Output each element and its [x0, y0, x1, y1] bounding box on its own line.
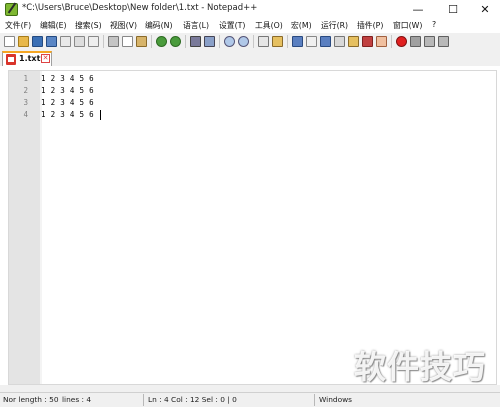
tab-bar: 1.txt ✕: [0, 50, 500, 66]
menu-macro[interactable]: 宏(M): [291, 20, 312, 31]
menu-tools[interactable]: 工具(O): [255, 20, 283, 31]
menu-encoding[interactable]: 编码(N): [145, 20, 173, 31]
text-line[interactable]: 1 2 3 4 5 6: [41, 98, 94, 107]
indent-guide-icon[interactable]: [320, 36, 331, 47]
copy-icon[interactable]: [122, 36, 133, 47]
maximize-button[interactable]: ☐: [438, 0, 468, 19]
toolbar-separator: [219, 35, 220, 48]
show-all-characters-icon[interactable]: [306, 36, 317, 47]
save-icon[interactable]: [32, 36, 43, 47]
menu-language[interactable]: 语言(L): [183, 20, 209, 31]
new-file-icon[interactable]: [4, 36, 15, 47]
editor-area[interactable]: 1 2 3 4 1 2 3 4 5 6 1 2 3 4 5 6 1 2 3 4 …: [8, 70, 497, 385]
toolbar-separator: [253, 35, 254, 48]
toolbar-separator: [391, 35, 392, 48]
replace-icon[interactable]: [204, 36, 215, 47]
print-icon[interactable]: [88, 36, 99, 47]
minimize-button[interactable]: —: [403, 0, 433, 19]
paste-icon[interactable]: [136, 36, 147, 47]
status-eol: Windows: [319, 395, 352, 404]
zoom-out-icon[interactable]: [238, 36, 249, 47]
close-file-icon[interactable]: [60, 36, 71, 47]
watermark-logo: 软件技巧: [354, 348, 487, 386]
toolbar-separator: [185, 35, 186, 48]
zoom-in-icon[interactable]: [224, 36, 235, 47]
find-icon[interactable]: [190, 36, 201, 47]
save-all-icon[interactable]: [46, 36, 57, 47]
stop-macro-icon[interactable]: [410, 36, 421, 47]
line-number: 3: [23, 98, 28, 107]
menu-settings[interactable]: 设置(T): [219, 20, 245, 31]
folder-as-workspace-icon[interactable]: [362, 36, 373, 47]
function-list-icon[interactable]: [348, 36, 359, 47]
line-number: 4: [23, 110, 28, 119]
menu-edit[interactable]: 编辑(E): [40, 20, 67, 31]
toolbar-separator: [151, 35, 152, 48]
close-all-icon[interactable]: [74, 36, 85, 47]
undo-icon[interactable]: [156, 36, 167, 47]
line-number: 1: [23, 74, 28, 83]
menu-file[interactable]: 文件(F): [5, 20, 31, 31]
menu-help[interactable]: ?: [432, 20, 436, 29]
run-macro-multiple-icon[interactable]: [438, 36, 449, 47]
toolbar-separator: [287, 35, 288, 48]
tab-1-txt[interactable]: 1.txt ✕: [2, 51, 52, 66]
text-caret: [100, 110, 101, 120]
word-wrap-icon[interactable]: [292, 36, 303, 47]
open-file-icon[interactable]: [18, 36, 29, 47]
menu-bar: 文件(F) 编辑(E) 搜索(S) 视图(V) 编码(N) 语言(L) 设置(T…: [0, 19, 500, 33]
menu-plugins[interactable]: 插件(P): [357, 20, 383, 31]
line-number: 2: [23, 86, 28, 95]
status-bar: Nor length : 50 lines : 4 Ln : 4 Col : 1…: [0, 392, 500, 407]
record-macro-icon[interactable]: [396, 36, 407, 47]
status-lines: lines : 4: [62, 395, 92, 404]
toolbar-separator: [103, 35, 104, 48]
play-macro-icon[interactable]: [424, 36, 435, 47]
sync-horizontal-icon[interactable]: [272, 36, 283, 47]
notepad-plus-plus-icon: [5, 3, 18, 16]
status-position: Ln : 4 Col : 12 Sel : 0 | 0: [148, 395, 237, 404]
window-title: *C:\Users\Bruce\Desktop\New folder\1.txt…: [22, 3, 258, 13]
status-divider: [314, 394, 315, 406]
tab-close-icon[interactable]: ✕: [41, 54, 50, 63]
monitoring-icon[interactable]: [376, 36, 387, 47]
text-line[interactable]: 1 2 3 4 5 6: [41, 74, 94, 83]
redo-icon[interactable]: [170, 36, 181, 47]
modified-file-icon: [6, 54, 16, 65]
line-number-gutter: 1 2 3 4: [9, 71, 40, 384]
sync-vertical-icon[interactable]: [258, 36, 269, 47]
doc-map-icon[interactable]: [334, 36, 345, 47]
title-bar: *C:\Users\Bruce\Desktop\New folder\1.txt…: [0, 0, 500, 19]
cut-icon[interactable]: [108, 36, 119, 47]
status-length: Nor length : 50: [3, 395, 59, 404]
close-button[interactable]: ✕: [470, 0, 500, 19]
status-divider: [143, 394, 144, 406]
menu-view[interactable]: 视图(V): [110, 20, 137, 31]
menu-window[interactable]: 窗口(W): [393, 20, 422, 31]
menu-run[interactable]: 运行(R): [321, 20, 348, 31]
text-line[interactable]: 1 2 3 4 5 6: [41, 86, 94, 95]
toolbar: [0, 33, 500, 50]
menu-search[interactable]: 搜索(S): [75, 20, 102, 31]
text-line[interactable]: 1 2 3 4 5 6: [41, 110, 94, 119]
tab-label: 1.txt: [19, 54, 41, 63]
